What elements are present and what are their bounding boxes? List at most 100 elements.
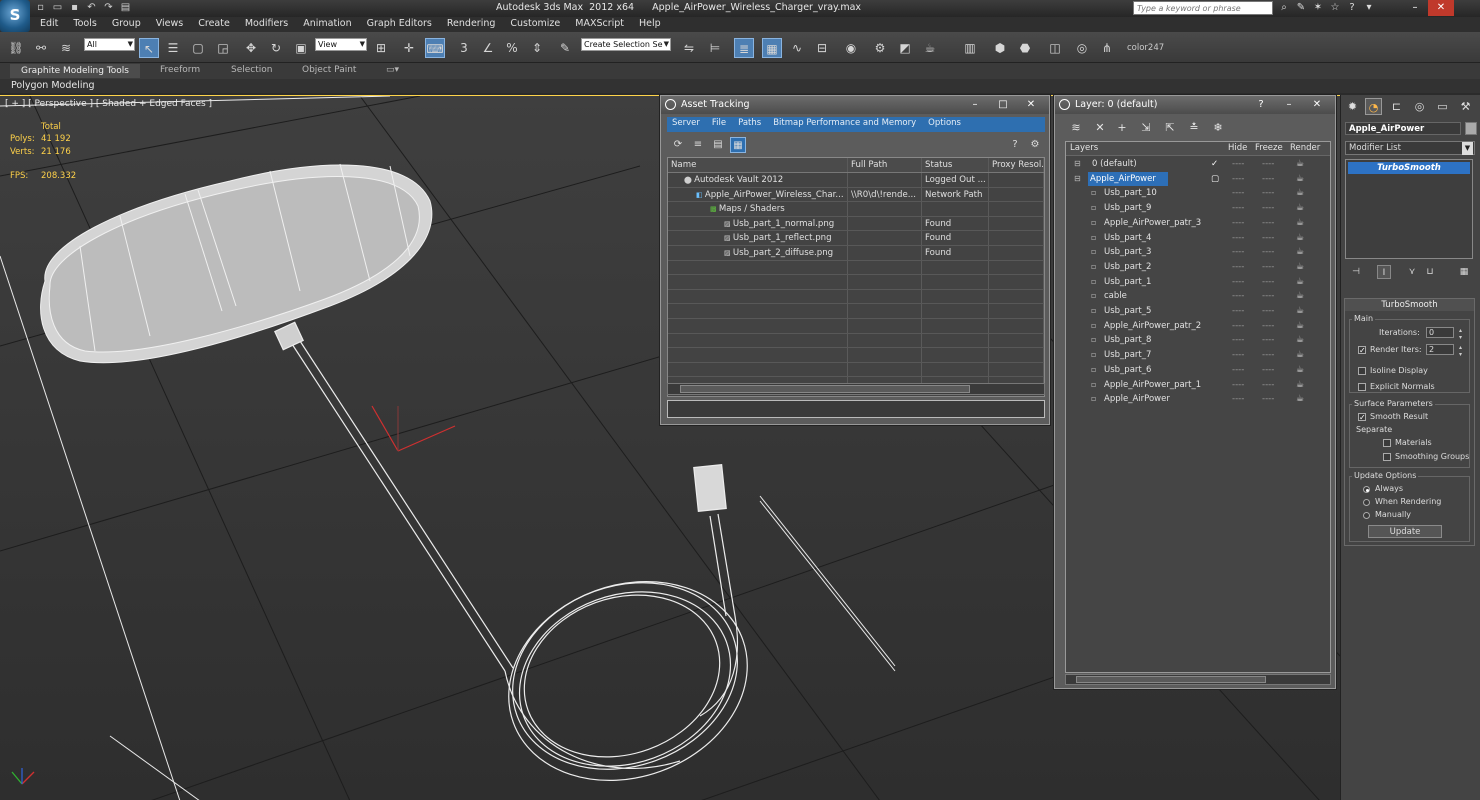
layer-name[interactable]: Apple_AirPower bbox=[1088, 171, 1168, 186]
column-status[interactable]: Status bbox=[922, 158, 989, 172]
object-icon[interactable]: ▫ bbox=[1091, 304, 1096, 318]
snaps-toggle-icon[interactable]: 3 bbox=[454, 38, 474, 58]
object-icon[interactable]: ▫ bbox=[1091, 363, 1096, 377]
layer-name[interactable]: Usb_part_2 bbox=[1104, 260, 1151, 274]
layer-row[interactable]: ▫ Usb_part_9 ---- ---- ☕ bbox=[1066, 201, 1330, 216]
layer-row[interactable]: ▫ Usb_part_2 ---- ---- ☕ bbox=[1066, 260, 1330, 275]
object-icon[interactable]: ▫ bbox=[1091, 260, 1096, 274]
layer-render-icon[interactable]: ☕ bbox=[1296, 289, 1304, 303]
layer-render-icon[interactable]: ☕ bbox=[1296, 216, 1304, 230]
layer-name[interactable]: Usb_part_4 bbox=[1104, 231, 1151, 245]
keyboard-shortcut-override-icon[interactable]: ⌨ bbox=[425, 38, 445, 58]
layer-freeze-toggle[interactable]: ---- bbox=[1262, 245, 1274, 259]
vray-sphere-icon[interactable]: ◎ bbox=[1072, 38, 1092, 58]
select-scale-icon[interactable]: ▣ bbox=[291, 38, 311, 58]
refresh-icon[interactable]: ⟳ bbox=[670, 137, 686, 153]
window-crossing-icon[interactable]: ◲ bbox=[213, 38, 233, 58]
render-iters-spinner[interactable]: 2 bbox=[1426, 344, 1463, 358]
layer-hide-toggle[interactable]: ---- bbox=[1232, 333, 1244, 347]
object-icon[interactable]: ▫ bbox=[1091, 348, 1096, 362]
layer-row[interactable]: ▫ Apple_AirPower_part_1 ---- ---- ☕ bbox=[1066, 378, 1330, 393]
vray-proxy-icon[interactable]: ◫ bbox=[1045, 38, 1065, 58]
layer-hide-toggle[interactable]: ---- bbox=[1232, 363, 1244, 377]
edit-named-selection-icon[interactable]: ✎ bbox=[555, 38, 575, 58]
asset-tracking-titlebar[interactable]: Asset Tracking – □ ✕ bbox=[661, 96, 1049, 114]
layer-freeze-toggle[interactable]: ---- bbox=[1262, 231, 1274, 245]
menu-animation[interactable]: Animation bbox=[303, 18, 351, 29]
remove-modifier-icon[interactable]: ⊔ bbox=[1423, 265, 1437, 279]
asset-maximize-button[interactable]: □ bbox=[989, 96, 1017, 113]
rectangular-selection-icon[interactable]: ▢ bbox=[188, 38, 208, 58]
layer-render-icon[interactable]: ☕ bbox=[1296, 245, 1304, 259]
render-iters-checkbox[interactable]: ✓ bbox=[1358, 346, 1366, 355]
layer-manager-icon[interactable]: ≣ bbox=[734, 38, 754, 58]
bind-space-warp-icon[interactable]: ≋ bbox=[56, 38, 76, 58]
layer-horizontal-scrollbar[interactable] bbox=[1065, 674, 1331, 685]
hierarchy-tab-icon[interactable]: ⊏ bbox=[1388, 98, 1405, 115]
motion-tab-icon[interactable]: ◎ bbox=[1411, 98, 1428, 115]
always-radio[interactable] bbox=[1363, 486, 1370, 493]
select-manipulate-icon[interactable]: ✛ bbox=[399, 38, 419, 58]
spinner-snap-icon[interactable]: ⇕ bbox=[527, 38, 547, 58]
layer-freeze-toggle[interactable]: ---- bbox=[1262, 157, 1274, 171]
layer-render-icon[interactable]: ☕ bbox=[1296, 363, 1304, 377]
asset-path-field[interactable] bbox=[667, 400, 1045, 418]
layer-expand-icon[interactable]: ⊟ bbox=[1074, 157, 1081, 171]
asset-table-row[interactable]: ⬤ Autodesk Vault 2012 Logged Out ... bbox=[668, 173, 1044, 188]
layer-render-icon[interactable]: ☕ bbox=[1296, 260, 1304, 274]
layer-name[interactable]: Usb_part_9 bbox=[1104, 201, 1151, 215]
layer-hide-toggle[interactable]: ---- bbox=[1232, 348, 1244, 362]
app-logo-button[interactable]: S bbox=[0, 0, 30, 32]
menu-help[interactable]: Help bbox=[639, 18, 661, 29]
undo-icon[interactable]: ↶ bbox=[85, 2, 98, 14]
object-icon[interactable]: ▫ bbox=[1091, 231, 1096, 245]
settings-icon[interactable]: ⚙ bbox=[1027, 137, 1043, 153]
help-dropdown-icon[interactable]: ▾ bbox=[1363, 2, 1375, 14]
object-icon[interactable]: ▫ bbox=[1091, 378, 1096, 392]
smooth-result-checkbox[interactable]: ✓ bbox=[1358, 413, 1366, 422]
update-button[interactable]: Update bbox=[1368, 525, 1442, 538]
tab-object-paint[interactable]: Object Paint bbox=[302, 65, 356, 75]
show-end-result-icon[interactable]: Ⅰ bbox=[1377, 265, 1391, 279]
layer-freeze-toggle[interactable]: ---- bbox=[1262, 348, 1274, 362]
menu-edit[interactable]: Edit bbox=[40, 18, 58, 29]
menu-modifiers[interactable]: Modifiers bbox=[245, 18, 288, 29]
layer-render-icon[interactable]: ☕ bbox=[1296, 231, 1304, 245]
rendered-frame-icon[interactable]: ◩ bbox=[895, 38, 915, 58]
tab-graphite-modeling-tools[interactable]: Graphite Modeling Tools bbox=[10, 64, 140, 78]
layer-name[interactable]: Usb_part_5 bbox=[1104, 304, 1151, 318]
tab-selection[interactable]: Selection bbox=[231, 65, 272, 75]
object-icon[interactable]: ▫ bbox=[1091, 275, 1096, 289]
layer-expand-icon[interactable]: ⊟ bbox=[1074, 172, 1081, 186]
asset-menu-server[interactable]: Server bbox=[672, 118, 700, 132]
layer-row[interactable]: ⊟ Apple_AirPower ▢ ---- ---- ☕ bbox=[1066, 171, 1330, 187]
object-icon[interactable]: ▫ bbox=[1091, 392, 1096, 406]
layer-name[interactable]: Usb_part_10 bbox=[1104, 186, 1157, 200]
layer-hide-toggle[interactable]: ---- bbox=[1232, 157, 1244, 171]
layer-hide-toggle[interactable]: ---- bbox=[1232, 260, 1244, 274]
column-proxy-resolution[interactable]: Proxy Resol. bbox=[989, 158, 1044, 172]
layer-render-icon[interactable]: ☕ bbox=[1296, 319, 1304, 333]
layer-row[interactable]: ▫ Usb_part_7 ---- ---- ☕ bbox=[1066, 348, 1330, 363]
layer-help-button[interactable]: ? bbox=[1247, 96, 1275, 113]
object-icon[interactable]: ▫ bbox=[1091, 201, 1096, 215]
layer-name[interactable]: Usb_part_7 bbox=[1104, 348, 1151, 362]
explicit-normals-checkbox[interactable] bbox=[1358, 383, 1366, 391]
layer-close-button[interactable]: ✕ bbox=[1303, 96, 1331, 113]
layer-freeze-toggle[interactable]: ---- bbox=[1262, 378, 1274, 392]
redo-icon[interactable]: ↷ bbox=[102, 2, 115, 14]
configure-sets-icon[interactable]: ▦ bbox=[1457, 265, 1471, 279]
detail-view-icon[interactable]: ▤ bbox=[710, 137, 726, 153]
selection-filter-dropdown[interactable]: All bbox=[84, 38, 135, 51]
curve-editor-icon[interactable]: ∿ bbox=[787, 38, 807, 58]
layer-freeze-toggle[interactable]: ---- bbox=[1262, 201, 1274, 215]
layer-freeze-toggle[interactable]: ---- bbox=[1262, 333, 1274, 347]
object-icon[interactable]: ▫ bbox=[1091, 245, 1096, 259]
layer-row[interactable]: ▫ Apple_AirPower ---- ---- ☕ bbox=[1066, 392, 1330, 407]
layer-row[interactable]: ▫ Usb_part_3 ---- ---- ☕ bbox=[1066, 245, 1330, 260]
tab-freeform[interactable]: Freeform bbox=[160, 65, 200, 75]
menu-views[interactable]: Views bbox=[156, 18, 184, 29]
layer-name[interactable]: Usb_part_8 bbox=[1104, 333, 1151, 347]
list-view-icon[interactable]: ≡ bbox=[690, 137, 706, 153]
layer-hide-toggle[interactable]: ---- bbox=[1232, 231, 1244, 245]
